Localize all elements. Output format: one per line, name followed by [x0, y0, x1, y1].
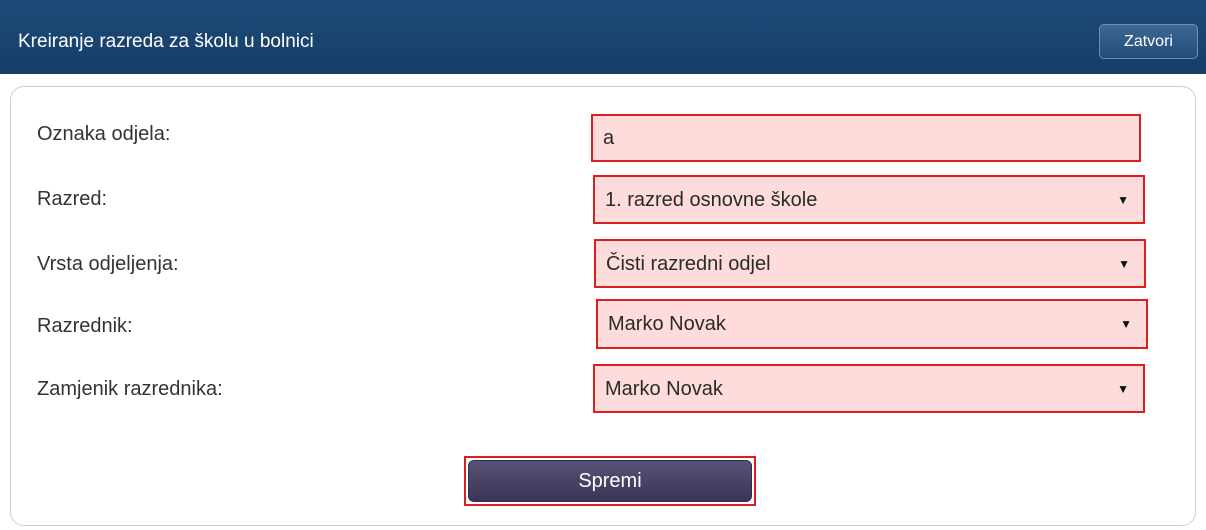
dialog-title: Kreiranje razreda za školu u bolnici	[18, 31, 314, 52]
caret-down-icon: ▼	[1117, 192, 1129, 207]
class-mark-value: a	[603, 127, 615, 149]
grade-label: Razred:	[37, 188, 108, 210]
class-type-select[interactable]: Čisti razredni odjel ▼	[594, 239, 1146, 288]
class-teacher-label: Razrednik:	[37, 315, 133, 337]
dialog-titlebar: Kreiranje razreda za školu u bolnici Zat…	[0, 0, 1206, 74]
class-teacher-value: Marko Novak	[608, 313, 726, 335]
caret-down-icon: ▼	[1117, 381, 1129, 396]
deputy-teacher-value: Marko Novak	[605, 377, 723, 400]
class-type-value: Čisti razredni odjel	[606, 252, 771, 275]
deputy-teacher-label: Zamjenik razrednika:	[37, 378, 223, 400]
caret-down-icon: ▼	[1120, 317, 1132, 331]
grade-value: 1. razred osnovne škole	[605, 188, 818, 211]
class-type-label: Vrsta odjeljenja:	[37, 253, 179, 275]
class-mark-label: Oznaka odjela:	[37, 123, 171, 145]
class-mark-input[interactable]: a	[591, 114, 1141, 162]
grade-select[interactable]: 1. razred osnovne škole ▼	[593, 175, 1145, 224]
caret-down-icon: ▼	[1118, 256, 1130, 271]
close-button[interactable]: Zatvori	[1099, 24, 1198, 59]
create-class-dialog: Kreiranje razreda za školu u bolnici Zat…	[0, 0, 1206, 530]
save-button[interactable]: Spremi	[468, 460, 752, 502]
deputy-teacher-select[interactable]: Marko Novak ▼	[593, 364, 1145, 413]
save-button-highlight: Spremi	[464, 456, 756, 506]
class-teacher-select[interactable]: Marko Novak ▼	[596, 299, 1148, 349]
